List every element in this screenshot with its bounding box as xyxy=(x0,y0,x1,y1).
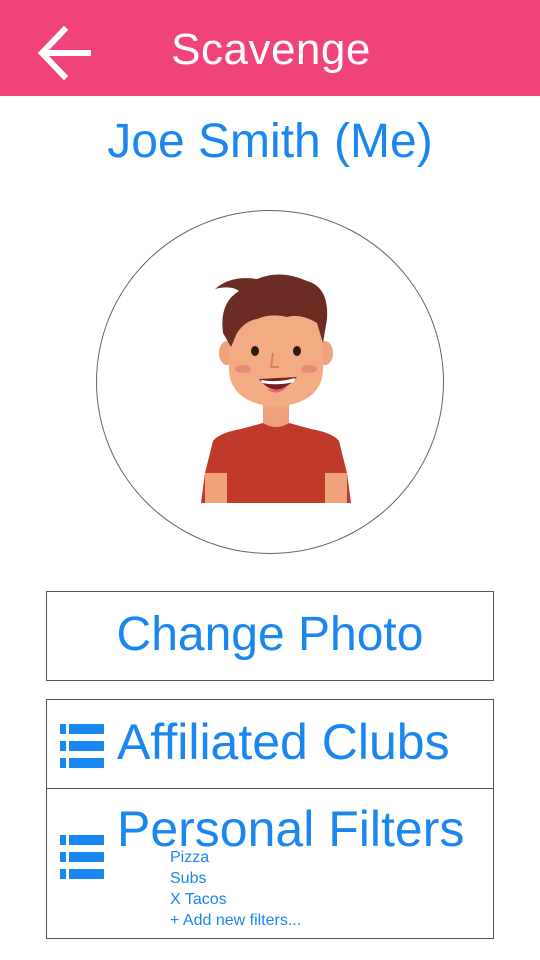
list-icon xyxy=(60,724,104,768)
change-photo-button[interactable]: Change Photo xyxy=(46,591,494,681)
profile-name: Joe Smith (Me) xyxy=(107,115,433,168)
avatar xyxy=(96,210,444,554)
filter-item-subs[interactable]: Subs xyxy=(170,868,301,889)
add-filter-link[interactable]: + Add new filters... xyxy=(170,910,301,931)
affiliated-clubs-section[interactable]: Affiliated Clubs xyxy=(46,699,494,789)
filter-list: Pizza Subs X Tacos + Add new filters... xyxy=(170,847,301,931)
app-title: Scavenge xyxy=(171,25,371,74)
affiliated-clubs-label: Affiliated Clubs xyxy=(117,714,450,770)
personal-filters-section: Personal Filters Pizza Subs X Tacos + Ad… xyxy=(46,788,494,939)
filter-item-pizza[interactable]: Pizza xyxy=(170,847,301,868)
list-icon xyxy=(60,835,104,879)
filter-item-tacos[interactable]: X Tacos xyxy=(170,889,301,910)
cartoon-man-avatar-icon xyxy=(201,274,351,503)
app-header: Scavenge xyxy=(0,0,540,96)
